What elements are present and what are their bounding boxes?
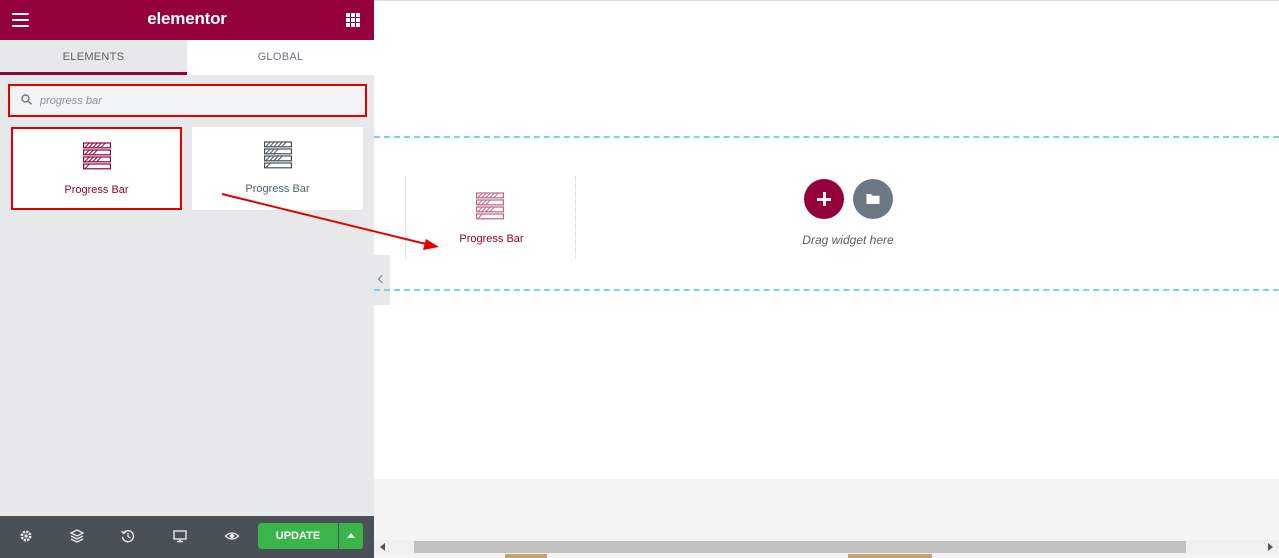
grid-icon[interactable] — [346, 13, 360, 27]
dragged-widget-label: Progress Bar — [459, 233, 524, 245]
folder-icon — [866, 194, 880, 204]
responsive-icon[interactable] — [172, 528, 188, 544]
tab-global[interactable]: GLOBAL — [187, 40, 374, 75]
update-options-button[interactable] — [339, 523, 363, 549]
history-icon[interactable] — [120, 528, 136, 544]
progress-bar-icon — [82, 142, 111, 170]
scroll-left-arrow-icon[interactable] — [380, 543, 385, 551]
panel-header: elementor — [0, 0, 374, 40]
settings-icon[interactable] — [18, 528, 34, 544]
search-icon — [21, 94, 32, 105]
scroll-right-arrow-icon[interactable] — [1268, 543, 1273, 551]
widget-label: Progress Bar — [64, 184, 129, 196]
drop-zone-bottom-border — [374, 289, 1279, 291]
page-image-strip — [848, 554, 932, 558]
progress-bar-icon — [476, 192, 504, 220]
logo: elementor — [147, 9, 227, 28]
drop-zone-top-border — [374, 136, 1279, 138]
drag-widget-hint: Drag widget here — [802, 233, 894, 247]
search-input[interactable] — [40, 91, 350, 111]
editor-panel: elementor ELEMENTS GLOBAL progress bar P… — [0, 0, 374, 558]
layers-icon[interactable] — [69, 528, 85, 544]
preview-icon[interactable] — [224, 528, 240, 544]
widget-progress-bar[interactable]: Progress Bar — [192, 127, 363, 210]
tab-elements[interactable]: ELEMENTS — [0, 40, 187, 75]
update-button[interactable]: UPDATE — [258, 523, 338, 549]
add-section-button[interactable] — [804, 179, 844, 219]
panel-collapse-handle[interactable] — [374, 255, 390, 305]
add-template-button[interactable] — [853, 179, 893, 219]
search-box — [8, 84, 367, 117]
progress-bar-icon — [263, 141, 292, 169]
widget-progress-bar-highlighted[interactable]: Progress Bar — [11, 127, 182, 210]
panel-tabs: ELEMENTS GLOBAL — [0, 40, 374, 75]
scrollbar-thumb[interactable] — [414, 541, 1186, 553]
widget-label: Progress Bar — [245, 183, 310, 195]
canvas-top-border — [374, 0, 1279, 1]
page-image-strip — [505, 554, 547, 558]
dragged-widget: Progress Bar — [405, 176, 576, 259]
